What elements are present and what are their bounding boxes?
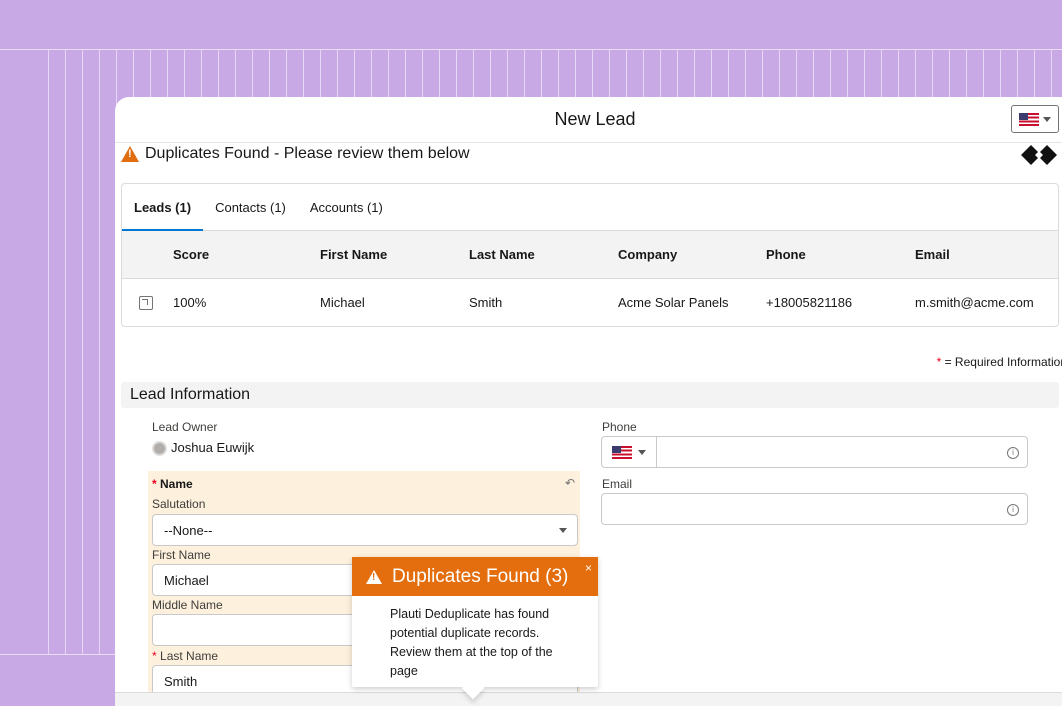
popover-body: Plauti Deduplicate has found potential d… xyxy=(390,607,553,678)
table-header: Score First Name Last Name Company Phone… xyxy=(122,231,1058,279)
background-divider-lower xyxy=(0,654,120,655)
close-icon[interactable]: × xyxy=(585,561,592,575)
lead-owner-value[interactable]: Joshua Euwijk xyxy=(152,440,255,457)
email-label: Email xyxy=(602,477,633,491)
column-header-company: Company xyxy=(618,247,678,262)
cell-last-name: Smith xyxy=(469,295,503,310)
chevron-down-icon xyxy=(1043,116,1051,122)
phone-input[interactable] xyxy=(660,439,990,465)
duplicates-banner: Duplicates Found - Please review them be… xyxy=(121,145,470,163)
lead-owner-label: Lead Owner xyxy=(152,420,218,434)
column-header-phone: Phone xyxy=(766,247,806,262)
background-top xyxy=(0,0,1062,49)
user-avatar-icon xyxy=(152,441,167,457)
required-info-text: = Required Information xyxy=(941,355,1062,369)
us-flag-icon xyxy=(612,445,632,459)
duplicates-found-popover: Duplicates Found (3) × Plauti Deduplicat… xyxy=(352,557,598,700)
required-star: * xyxy=(152,649,157,663)
last-name-label-text: Last Name xyxy=(160,649,219,663)
phone-country-picker[interactable] xyxy=(602,437,657,467)
modal-footer-bar xyxy=(115,692,1062,706)
undo-icon[interactable]: ↶ xyxy=(565,476,575,490)
popover-header: Duplicates Found (3) × xyxy=(352,557,598,596)
warning-icon xyxy=(121,146,139,162)
name-label: * Name xyxy=(152,477,193,491)
info-icon[interactable]: i xyxy=(1007,447,1019,459)
salutation-select[interactable]: --None-- xyxy=(152,514,578,546)
modal-header: New Lead xyxy=(115,97,1062,143)
email-input[interactable] xyxy=(612,496,992,522)
phone-label: Phone xyxy=(602,420,637,434)
warning-icon xyxy=(366,569,382,584)
required-star: * xyxy=(152,477,157,491)
open-record-icon[interactable] xyxy=(139,295,153,310)
tab-contacts[interactable]: Contacts (1) xyxy=(203,184,298,230)
info-icon[interactable]: i xyxy=(1007,504,1019,516)
cell-email: m.smith@acme.com xyxy=(915,295,1034,310)
column-header-email: Email xyxy=(915,247,950,262)
modal-title: New Lead xyxy=(554,109,636,129)
last-name-label: * Last Name xyxy=(152,649,218,663)
section-lead-information[interactable]: Lead Information xyxy=(121,382,1059,408)
first-name-value: Michael xyxy=(164,572,209,588)
section-title: Lead Information xyxy=(130,386,251,403)
us-flag-icon xyxy=(1019,112,1039,126)
cell-first-name: Michael xyxy=(320,295,365,310)
middle-name-label: Middle Name xyxy=(152,598,223,612)
duplicates-banner-text: Duplicates Found - Please review them be… xyxy=(145,145,470,162)
last-name-value: Smith xyxy=(164,673,198,689)
tab-leads[interactable]: Leads (1) xyxy=(121,184,204,231)
phone-field: i xyxy=(601,436,1028,468)
background-divider xyxy=(0,49,1062,50)
required-info-note: * = Required Information xyxy=(937,355,1062,369)
column-header-last-name: Last Name xyxy=(469,247,535,262)
cell-company: Acme Solar Panels xyxy=(618,295,729,310)
chevron-down-icon xyxy=(638,449,646,455)
lead-owner-name: Joshua Euwijk xyxy=(171,440,255,455)
tab-accounts[interactable]: Accounts (1) xyxy=(298,184,395,230)
cell-phone: +18005821186 xyxy=(766,295,853,310)
cell-score: 100% xyxy=(173,295,207,310)
popover-title: Duplicates Found (3) xyxy=(392,565,569,587)
first-name-label: First Name xyxy=(152,548,211,562)
column-header-first-name: First Name xyxy=(320,247,388,262)
language-picker[interactable] xyxy=(1011,105,1059,133)
name-label-text: Name xyxy=(160,477,193,491)
duplicates-card: Leads (1) Contacts (1) Accounts (1) Scor… xyxy=(121,183,1059,327)
salutation-label: Salutation xyxy=(152,497,206,511)
salutation-value: --None-- xyxy=(164,522,213,538)
plauti-logo xyxy=(1021,145,1057,165)
email-field: i xyxy=(601,493,1028,525)
column-header-score: Score xyxy=(173,247,210,262)
chevron-down-icon xyxy=(559,528,567,533)
duplicate-tabs: Leads (1) Contacts (1) Accounts (1) xyxy=(121,184,1058,231)
table-row: 100% Michael Smith Acme Solar Panels +18… xyxy=(122,279,1058,326)
